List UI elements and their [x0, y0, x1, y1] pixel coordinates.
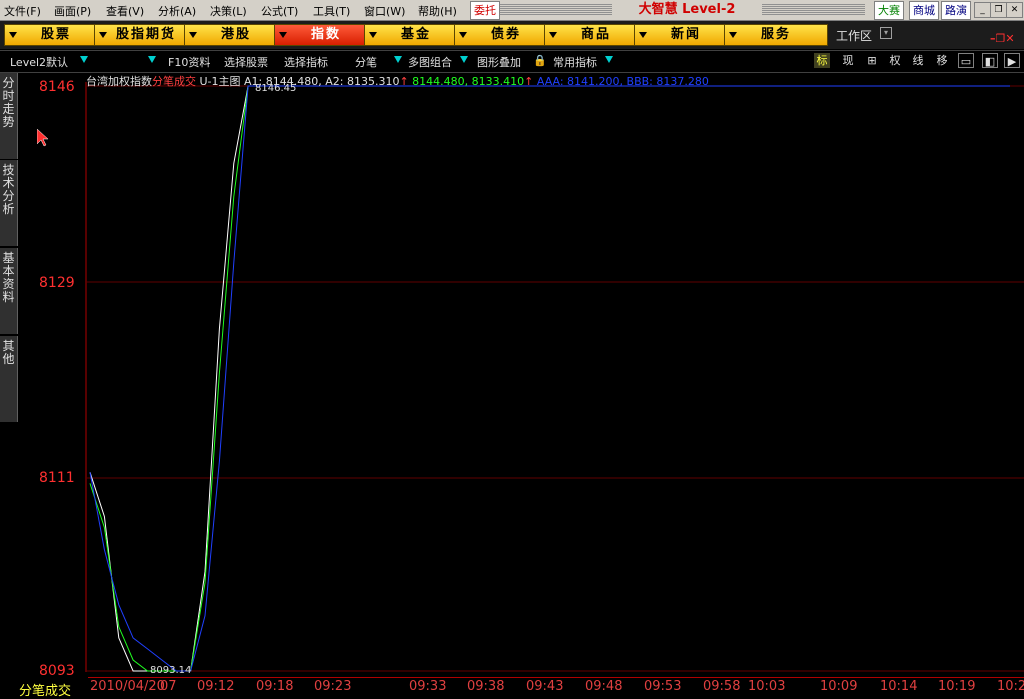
current-icon[interactable]: 现 — [840, 53, 856, 68]
y-tick: 8111 — [39, 470, 75, 486]
x-tick: 10:14 — [880, 679, 918, 694]
green-values: 8144.480, 8133.410 — [412, 75, 525, 88]
workspace-label[interactable]: 工作区 — [836, 27, 872, 44]
x-tick: 09:23 — [314, 679, 352, 694]
menu-analysis[interactable]: 分析(A) — [158, 3, 196, 19]
low-annotation: 8093.14 — [150, 665, 192, 676]
nav-service[interactable]: 服务 — [724, 24, 828, 46]
nav-commodity[interactable]: 商品 — [544, 24, 648, 46]
x-tick: 09:12 — [197, 679, 235, 694]
cursor-icon — [37, 129, 49, 147]
index-name: 台湾加权指数 — [86, 75, 152, 88]
close-icon[interactable]: ✕ — [1006, 2, 1023, 18]
x-tick: 09:18 — [256, 679, 294, 694]
x-tick: 09:33 — [409, 679, 447, 694]
fenbi-button[interactable]: 分笔 — [355, 54, 377, 70]
f10-button[interactable]: F10资料 — [168, 54, 210, 70]
mall-button[interactable]: 商城 — [909, 1, 939, 20]
line-icon[interactable]: 线 — [910, 53, 926, 68]
x-tick: 09:43 — [526, 679, 564, 694]
chart-header: 台湾加权指数分笔成交 U-1主图 A1: 8144.480, A2: 8135.… — [86, 75, 709, 88]
x-tick: 09:38 — [467, 679, 505, 694]
nav-futures[interactable]: 股指期货 — [94, 24, 198, 46]
select-indicator-button[interactable]: 选择指标 — [284, 54, 328, 70]
grid-icon[interactable]: ⊞ — [864, 53, 880, 68]
status-label: 分笔成交 — [19, 684, 72, 699]
app-logo: 大智慧 Level-2 — [612, 1, 762, 19]
x-tick: 10:09 — [820, 679, 858, 694]
x-tick: 09:58 — [703, 679, 741, 694]
common-indicator-button[interactable]: 常用指标 — [553, 54, 597, 70]
mark-icon[interactable]: 标 — [814, 53, 830, 68]
window-icon[interactable]: ▭ — [958, 53, 974, 68]
trade-button[interactable]: 委托 — [470, 1, 500, 20]
minimize-icon[interactable]: _ — [974, 2, 991, 18]
nav-hk[interactable]: 港股 — [184, 24, 288, 46]
nav-news[interactable]: 新闻 — [634, 24, 738, 46]
menu-bar: 文件(F) 画面(P) 查看(V) 分析(A) 决策(L) 公式(T) 工具(T… — [0, 0, 1024, 21]
nav-index[interactable]: 指数 — [274, 24, 378, 46]
contest-button[interactable]: 大赛 — [874, 1, 904, 20]
select-stock-button[interactable]: 选择股票 — [224, 54, 268, 70]
roadshow-button[interactable]: 路演 — [941, 1, 971, 20]
dropdown-icon[interactable] — [460, 56, 468, 63]
y-tick: 8093 — [39, 663, 75, 679]
menu-view[interactable]: 查看(V) — [106, 3, 144, 19]
menu-file[interactable]: 文件(F) — [4, 3, 41, 19]
nav-stocks[interactable]: 股票 — [4, 24, 108, 46]
overlay-button[interactable]: 图形叠加 — [477, 54, 521, 70]
restore-icon[interactable]: ❐ — [990, 2, 1007, 18]
x-tick: 09:48 — [585, 679, 623, 694]
level2-select[interactable]: Level2默认 — [10, 54, 68, 70]
next-icon[interactable]: ▶ — [1004, 53, 1020, 68]
x-tick: 10:19 — [938, 679, 976, 694]
dropdown-icon[interactable] — [605, 56, 613, 63]
dropdown-icon[interactable] — [394, 56, 402, 63]
price-chart — [85, 82, 1024, 672]
main-chart-label: U-1主图 — [199, 75, 241, 88]
move-icon[interactable]: 移 — [934, 53, 950, 68]
x-tick: 09:53 — [644, 679, 682, 694]
x-tick: 10:03 — [748, 679, 786, 694]
dropdown-icon[interactable] — [80, 56, 88, 63]
right-icon[interactable]: 权 — [887, 53, 903, 68]
nav-bond[interactable]: 债券 — [454, 24, 558, 46]
menu-formula[interactable]: 公式(T) — [261, 3, 298, 19]
y-tick: 8146 — [39, 79, 75, 95]
nav-fund[interactable]: 基金 — [364, 24, 468, 46]
blue-values: AAA: 8141.200, BBB: 8137.280 — [536, 75, 709, 88]
lock-icon[interactable]: 🔒 — [532, 53, 548, 68]
mode-label: 分笔成交 — [152, 75, 196, 88]
menu-screen[interactable]: 画面(P) — [54, 3, 91, 19]
chevron-down-icon[interactable]: ▾ — [880, 27, 892, 39]
prev-icon[interactable]: ◧ — [982, 53, 998, 68]
window-controls-icon[interactable]: –❐✕ — [990, 32, 1015, 45]
multi-chart-button[interactable]: 多图组合 — [408, 54, 452, 70]
nav-bar: 股票 股指期货 港股 指数 基金 债券 商品 新闻 服务 工作区 ▾ –❐✕ — [0, 21, 1024, 49]
chart-toolbar: Level2默认 F10资料 选择股票 选择指标 分笔 多图组合 图形叠加 🔒 … — [0, 50, 1024, 73]
menu-tools[interactable]: 工具(T) — [313, 3, 350, 19]
x-tick: 07 — [160, 679, 177, 694]
dropdown-icon[interactable] — [148, 56, 156, 63]
y-tick: 8129 — [39, 275, 75, 291]
high-annotation: 8146.45 — [255, 83, 297, 94]
menu-window[interactable]: 窗口(W) — [364, 3, 405, 19]
menu-help[interactable]: 帮助(H) — [418, 3, 457, 19]
x-tick: 2010/04/20 — [90, 679, 165, 694]
menu-decision[interactable]: 决策(L) — [210, 3, 247, 19]
x-tick: 10:2 — [997, 679, 1024, 694]
